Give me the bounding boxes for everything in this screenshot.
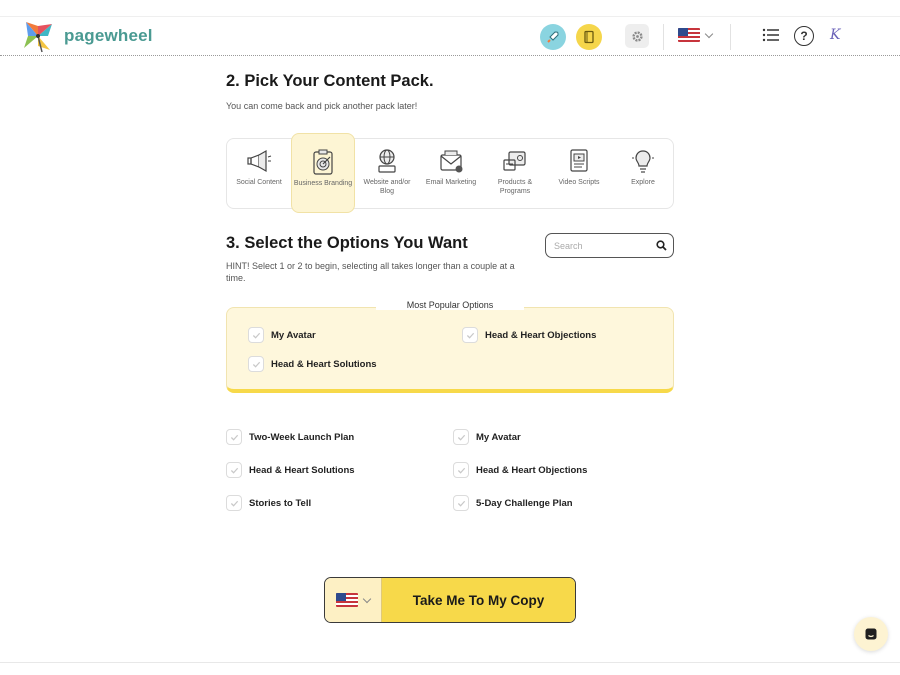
option-label: Head & Heart Objections xyxy=(476,464,588,476)
pack-label: Video Scripts xyxy=(558,179,600,186)
checkbox[interactable] xyxy=(226,495,242,511)
pack-label: Explore xyxy=(631,179,655,186)
checkbox[interactable] xyxy=(453,462,469,478)
checkbox[interactable] xyxy=(248,327,264,343)
checkbox[interactable] xyxy=(453,495,469,511)
pack-website-blog[interactable]: Website and/or Blog xyxy=(355,133,419,213)
pack-label: Business Branding xyxy=(293,180,353,187)
check-icon xyxy=(457,467,465,474)
megaphone-icon xyxy=(247,149,272,173)
pack-label: Products & Programs xyxy=(497,179,533,195)
checkbox[interactable] xyxy=(226,429,242,445)
option-head-heart-solutions[interactable]: Head & Heart Solutions xyxy=(226,462,355,478)
lightbulb-icon xyxy=(632,150,654,173)
pack-video-scripts[interactable]: Video Scripts xyxy=(547,133,611,213)
list-icon xyxy=(762,28,779,42)
pack-label: Website and/or Blog xyxy=(363,179,411,195)
popular-options-title: Most Popular Options xyxy=(376,300,524,310)
check-icon xyxy=(457,500,465,507)
user-avatar[interactable]: K xyxy=(830,27,840,43)
pack-explore[interactable]: Explore xyxy=(611,133,675,213)
popular-option-my-avatar[interactable]: My Avatar xyxy=(248,327,316,343)
option-head-heart-objections[interactable]: Head & Heart Objections xyxy=(453,462,587,478)
option-label: Stories to Tell xyxy=(249,497,312,509)
option-two-week-launch-plan[interactable]: Two-Week Launch Plan xyxy=(226,429,354,445)
book-button[interactable] xyxy=(576,24,602,50)
options-section-title: 3. Select the Options You Want xyxy=(226,234,468,252)
checkbox[interactable] xyxy=(248,356,264,372)
pinwheel-icon xyxy=(24,22,52,53)
popular-options-panel xyxy=(226,307,674,393)
check-icon xyxy=(252,361,260,368)
pack-social-content[interactable]: Social Content xyxy=(227,133,291,213)
option-label: My Avatar xyxy=(476,431,521,443)
option-label: Head & Heart Solutions xyxy=(249,464,355,476)
help-button[interactable]: ? xyxy=(794,26,814,46)
book-icon xyxy=(584,30,594,44)
check-icon xyxy=(230,500,238,507)
pack-label: Email Marketing xyxy=(425,179,477,186)
content-pack-list: Social Content Business Branding Website… xyxy=(226,133,674,213)
option-label: 5-Day Challenge Plan xyxy=(476,497,573,509)
help-icon: ? xyxy=(800,29,808,43)
pack-email-marketing[interactable]: Email Marketing xyxy=(419,133,483,213)
chevron-down-icon xyxy=(704,29,714,38)
header-divider xyxy=(663,24,664,50)
search-icon[interactable] xyxy=(656,240,667,251)
email-icon xyxy=(440,150,463,173)
logo[interactable]: pagewheel xyxy=(20,18,153,54)
bottom-divider xyxy=(0,662,900,663)
top-bar: pagewheel ? K xyxy=(0,0,900,56)
option-label: Head & Heart Solutions xyxy=(271,358,377,370)
gear-icon xyxy=(631,30,643,42)
search-box xyxy=(545,233,674,258)
output-language-select[interactable] xyxy=(325,578,382,622)
menu-button[interactable] xyxy=(762,28,780,47)
check-icon xyxy=(252,332,260,339)
check-icon xyxy=(230,434,238,441)
video-script-icon xyxy=(570,149,588,172)
check-icon xyxy=(230,467,238,474)
option-label: My Avatar xyxy=(271,329,316,341)
take-me-to-my-copy-button[interactable]: Take Me To My Copy xyxy=(382,578,575,622)
pack-label: Social Content xyxy=(236,179,282,186)
settings-button[interactable] xyxy=(625,24,649,48)
option-label: Two-Week Launch Plan xyxy=(249,431,355,443)
option-label: Head & Heart Objections xyxy=(485,329,597,341)
chat-icon xyxy=(865,628,877,640)
check-icon xyxy=(466,332,474,339)
pack-business-branding[interactable]: Business Branding xyxy=(291,133,355,213)
popular-option-head-heart-objections[interactable]: Head & Heart Objections xyxy=(462,327,596,343)
us-flag-icon xyxy=(678,28,700,42)
rocket-icon xyxy=(547,31,559,43)
cta-group: Take Me To My Copy xyxy=(324,577,576,623)
checkbox[interactable] xyxy=(462,327,478,343)
header-divider xyxy=(730,24,731,50)
checkbox[interactable] xyxy=(453,429,469,445)
us-flag-icon xyxy=(336,593,358,607)
pack-section-title: 2. Pick Your Content Pack. xyxy=(226,72,434,90)
option-stories-to-tell[interactable]: Stories to Tell xyxy=(226,495,311,511)
target-clipboard-icon xyxy=(313,149,333,175)
check-icon xyxy=(457,434,465,441)
search-input[interactable] xyxy=(554,238,649,254)
globe-person-icon xyxy=(378,149,396,173)
popular-option-head-heart-solutions[interactable]: Head & Heart Solutions xyxy=(248,356,377,372)
chat-button[interactable] xyxy=(854,617,888,651)
checkbox[interactable] xyxy=(226,462,242,478)
option-my-avatar[interactable]: My Avatar xyxy=(453,429,521,445)
logo-text: pagewheel xyxy=(64,26,153,45)
option-5-day-challenge-plan[interactable]: 5-Day Challenge Plan xyxy=(453,495,573,511)
pack-products-programs[interactable]: Products & Programs xyxy=(483,133,547,213)
chevron-down-icon xyxy=(362,594,372,603)
language-select[interactable] xyxy=(678,28,714,42)
rocket-button[interactable] xyxy=(540,24,566,50)
options-hint: HINT! Select 1 or 2 to begin, selecting … xyxy=(226,261,515,283)
pack-section-subtitle: You can come back and pick another pack … xyxy=(226,101,418,111)
products-icon xyxy=(503,151,526,171)
